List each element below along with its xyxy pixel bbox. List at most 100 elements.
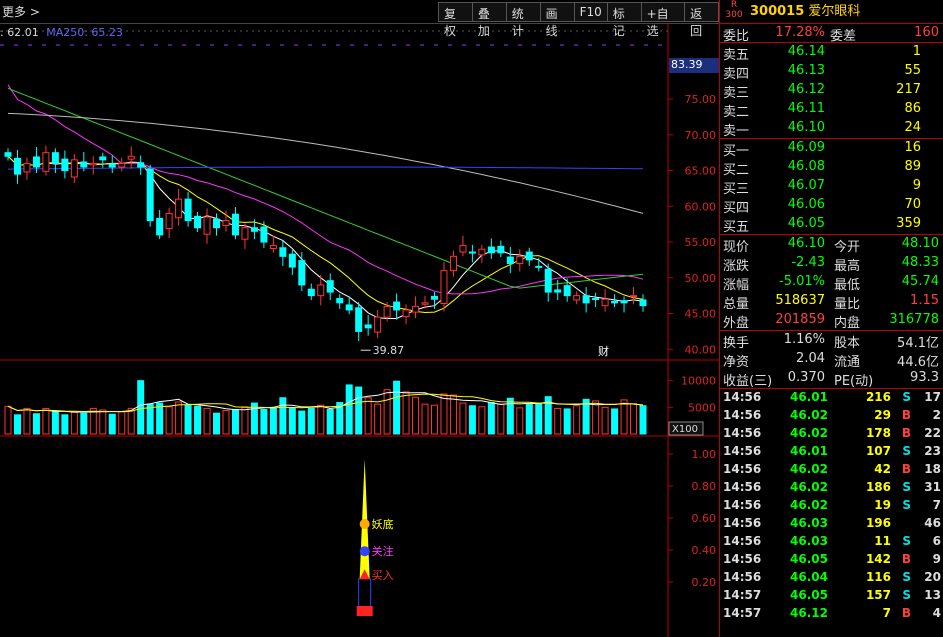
tick-volume: 29 [874,408,891,422]
candle-body [478,248,486,256]
volume-bar [402,391,410,435]
ask-level[interactable]: 卖一 46.10 24 [720,119,943,139]
fund-value: 1.16% [783,332,825,347]
tick-time: 14:56 [723,408,762,422]
candle-body [620,300,628,304]
ask-label: 卖四 [723,67,750,82]
more-label: 更多 [2,5,27,19]
ask-level[interactable]: 卖四 46.13 55 [720,62,943,82]
candle-body [345,304,353,311]
tick-price: 46.02 [790,408,828,422]
tick-price: 46.02 [790,498,828,512]
fund-value: 0.370 [787,370,825,385]
ask-level[interactable]: 卖五 46.14 1 [720,43,943,63]
quote-value: -2.43 [791,255,825,270]
toolbar-button[interactable]: 画线 [539,2,575,38]
volume-bar [317,404,325,435]
volume-bar [156,402,164,435]
bid-level[interactable]: 买一 46.09 16 [720,139,943,159]
toolbar-button[interactable]: 返回 [684,2,719,38]
ask-price: 46.13 [787,63,825,78]
candle-body [23,162,31,173]
volume-bar [222,410,230,435]
toolbar-button[interactable]: 叠加 [471,2,507,38]
volume-bar [203,407,211,435]
tick-time: 14:56 [723,462,762,476]
candle-body [184,198,192,222]
toolbar-button[interactable]: 复权 [438,2,473,38]
volume-bar [279,397,287,435]
candle-body [146,168,154,222]
candle-body [51,152,59,164]
volume-bar [582,398,590,435]
candle-body [298,260,306,286]
ask-level[interactable]: 卖二 46.11 86 [720,100,943,120]
quote-label: 最低 [834,278,861,293]
volume-bar [231,408,239,435]
tick-price: 46.01 [790,390,828,404]
volume-bar [194,405,202,435]
toolbar-button[interactable]: F10 [573,2,608,22]
candle-body [99,156,107,161]
tick-time: 14:56 [723,480,762,494]
volume-bar [459,402,467,435]
bid-price: 46.08 [787,159,825,174]
bid-level[interactable]: 买五 46.05 359 [720,215,943,235]
kline-chart[interactable]: 80.0075.0070.0065.0060.0055.0050.0045.00… [0,24,719,637]
candle-body [42,152,50,172]
bid-label: 买五 [723,220,750,235]
volume-bar [345,384,353,435]
candle-body [393,301,401,311]
weibi-label: 委比 [723,29,750,44]
ma60-line [7,87,644,289]
candle-body [279,247,287,257]
chevron-right-icon: > [26,5,40,19]
ask-label: 卖五 [723,48,750,63]
tick-count: 13 [924,588,941,602]
stock-code: 300015 [750,4,805,19]
ind-tick-label: 0.80 [692,480,717,493]
bid-label: 买三 [723,182,750,197]
candle-body [383,305,391,318]
price-tick-label: 40.00 [685,343,717,356]
bid-level[interactable]: 买三 46.07 9 [720,177,943,197]
price-tick-label: 65.00 [685,165,717,178]
quote-value: 518637 [775,293,825,308]
badge-top: R [730,0,738,10]
toolbar-button[interactable]: 标记 [606,2,642,38]
tick-list[interactable]: 14:56 46.01 216 S 17 14:56 46.02 29 B 2 14:56 46.02… [720,389,943,623]
tick-side: B [901,552,911,566]
candle-body [89,162,97,166]
quote-row: 外盘 201859 内盘 316778 [720,311,943,331]
volume-bar [51,411,59,435]
quote-label: 量比 [834,297,861,312]
candle-body [459,245,467,253]
indicator-spike [359,458,370,579]
tick-row: 14:56 46.01 216 S 17 [720,389,943,407]
tick-side: S [902,534,911,548]
tick-volume: 11 [874,534,891,548]
quote-label: 总量 [723,297,750,312]
ask-volume: 1 [912,44,921,59]
yaodi-label: 妖底 [372,517,394,531]
market-badge: R 300 [724,0,744,20]
volume-bar [611,408,619,435]
bid-level[interactable]: 买二 46.08 89 [720,158,943,178]
bid-price: 46.07 [787,178,825,193]
quote-panel: R 300 300015 爱尔眼科 委比 17.28% 委差 160 卖五 46.1… [719,0,943,637]
quote-value: -5.01% [779,274,825,289]
candle-body [108,163,116,168]
more-menu[interactable]: 更多 > [2,3,40,20]
fundamentals: 换手 1.16% 股本 54.1亿 净资 2.04 流通 44.6亿 收益(三) 0.370 PE(… [720,331,943,389]
ind-tick-label: 0.60 [692,512,717,525]
volume-bar [23,407,31,435]
tick-count: 6 [932,534,941,548]
toolbar-button[interactable]: 统计 [505,2,541,38]
volume-bar [430,404,438,435]
tick-volume: 107 [865,444,891,458]
fund-row: 换手 1.16% 股本 54.1亿 [720,331,943,351]
ask-level[interactable]: 卖三 46.12 217 [720,81,943,101]
toolbar-button[interactable]: +自选 [640,2,686,38]
volume-bar [535,402,543,435]
bid-level[interactable]: 买四 46.06 70 [720,196,943,216]
